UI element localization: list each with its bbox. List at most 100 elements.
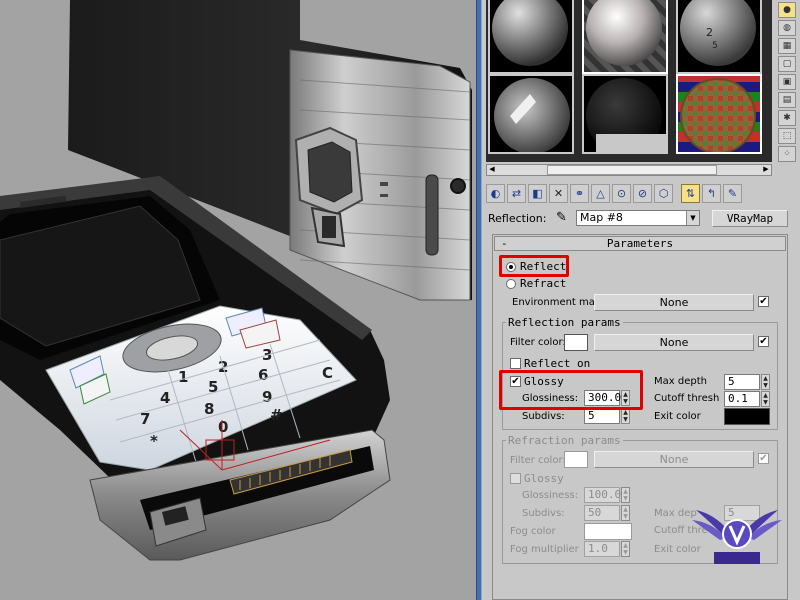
options-icon[interactable]: ✱ — [778, 110, 796, 126]
refr-subdivs-label: Subdivs: — [522, 508, 565, 519]
max-depth-input[interactable]: 5 — [724, 374, 760, 390]
vertical-toolbar: ● ◍ ▦ ▢ ▣ ▤ ✱ ⬚ ⁘ — [776, 0, 798, 176]
map-name-field[interactable]: Map #8 ▼ — [576, 210, 700, 226]
refract-radio[interactable] — [506, 279, 516, 289]
put-to-library-icon[interactable]: △ — [591, 184, 610, 203]
material-slot-6[interactable] — [676, 74, 762, 154]
scroll-left-icon[interactable]: ◀ — [487, 165, 497, 175]
scroll-right-icon[interactable]: ▶ — [761, 165, 771, 175]
material-slot-5[interactable] — [582, 74, 668, 154]
cutoff-thresh-spinner[interactable]: ▲ ▼ — [761, 391, 770, 407]
refraction-params-title: Refraction params — [506, 434, 623, 447]
get-material-icon[interactable]: ◐ — [486, 184, 505, 203]
show-end-result-icon[interactable]: ⬡ — [654, 184, 673, 203]
key-8: 8 — [204, 400, 214, 418]
refr-filter-map-button: None — [594, 451, 754, 468]
backlight-icon[interactable]: ◍ — [778, 20, 796, 36]
refr-glossy-checkbox — [510, 473, 521, 484]
video-color-check-icon[interactable]: ▣ — [778, 74, 796, 90]
assign-material-icon[interactable]: ◧ — [528, 184, 547, 203]
fog-multiplier-input: 1.0 — [584, 541, 620, 557]
select-by-material-icon[interactable]: ⬚ — [778, 128, 796, 144]
refract-radio-label: Refract — [520, 277, 567, 290]
refr-filter-color-label: Filter color: — [510, 455, 566, 466]
subdivs-spinner[interactable]: ▲ ▼ — [621, 408, 630, 424]
map-name-row: Reflection: ✎ Map #8 ▼ VRayMap — [486, 210, 796, 228]
exit-color-swatch[interactable] — [724, 408, 770, 425]
refr-max-depth-label: Max dep — [654, 508, 697, 519]
exit-color-label: Exit color — [654, 411, 701, 422]
pick-material-icon[interactable]: ✎ — [723, 184, 742, 203]
show-map-icon[interactable]: ⊘ — [633, 184, 652, 203]
material-navigator-icon[interactable]: ⁘ — [778, 146, 796, 162]
slots-horizontal-scrollbar[interactable]: ◀ ▶ — [486, 164, 772, 176]
key-4: 4 — [160, 389, 170, 407]
material-id-icon[interactable]: ⊙ — [612, 184, 631, 203]
make-preview-icon[interactable]: ▤ — [778, 92, 796, 108]
key-0: 0 — [218, 418, 228, 436]
key-star: * — [150, 432, 158, 450]
material-slot-4[interactable] — [488, 74, 574, 154]
fog-color-swatch — [584, 523, 632, 540]
key-c: C — [322, 364, 333, 382]
collapse-icon[interactable]: - — [501, 237, 508, 250]
fog-multiplier-spinner: ▲ ▼ — [621, 541, 630, 557]
refr-subdivs-input: 50 — [584, 505, 620, 521]
refr-glossiness-spinner: ▲ ▼ — [621, 487, 630, 503]
material-slot-1[interactable] — [488, 0, 574, 74]
sphere-preview-icon — [680, 78, 756, 152]
viewport-3d[interactable]: 1 2 3 4 5 6 7 8 9 * 0 # C — [0, 0, 476, 600]
filter-color-swatch[interactable] — [564, 334, 588, 351]
horizontal-toolbar: ◐ ⇄ ◧ ✕ ⚭ △ ⊙ ⊘ ⬡ ⇅ ↰ ✎ — [486, 184, 742, 206]
subdivs-input[interactable]: 5 — [584, 408, 620, 424]
filter-map-checkbox[interactable]: ✔ — [758, 336, 769, 347]
phone-render: 1 2 3 4 5 6 7 8 9 * 0 # C — [0, 0, 472, 561]
environment-map-label: Environment map: — [512, 297, 605, 308]
cutoff-thresh-label: Cutoff thresh — [654, 393, 720, 404]
go-to-parent-icon[interactable]: ⇅ — [681, 184, 700, 203]
go-forward-icon[interactable]: ↰ — [702, 184, 721, 203]
uv-tiling-icon[interactable]: ▢ — [778, 56, 796, 72]
sample-type-icon[interactable]: ● — [778, 2, 796, 18]
reflect-on-label: Reflect on — [524, 357, 591, 370]
max-depth-spinner[interactable]: ▲ ▼ — [761, 374, 770, 390]
fog-multiplier-label: Fog multiplier — [510, 544, 579, 555]
refr-glossiness-label: Glossiness: — [522, 490, 579, 501]
key-6: 6 — [258, 366, 268, 384]
map-type-button[interactable]: VRayMap — [712, 210, 788, 227]
material-slot-2[interactable] — [582, 0, 668, 74]
key-1: 1 — [178, 368, 188, 386]
put-to-scene-icon[interactable]: ⇄ — [507, 184, 526, 203]
filter-map-button[interactable]: None — [594, 334, 754, 351]
cutoff-thresh-input[interactable]: 0.1 — [724, 391, 760, 407]
filter-color-label: Filter color: — [510, 337, 566, 348]
max-depth-label: Max depth — [654, 376, 707, 387]
rollout-title: Parameters — [606, 237, 674, 250]
reflection-params-title: Reflection params — [506, 316, 623, 329]
material-slot-3[interactable]: 25 — [676, 0, 762, 74]
sphere-preview-icon — [492, 0, 568, 66]
refr-filter-color-swatch — [564, 451, 588, 468]
sample-slots: 25 — [486, 0, 772, 162]
sphere-preview-icon: 25 — [680, 0, 756, 66]
delete-icon[interactable]: ✕ — [549, 184, 568, 203]
refr-subdivs-spinner: ▲ ▼ — [621, 505, 630, 521]
environment-map-button[interactable]: None — [594, 294, 754, 311]
reflect-on-checkbox[interactable] — [510, 358, 521, 369]
environment-map-checkbox[interactable]: ✔ — [758, 296, 769, 307]
key-hash: # — [270, 406, 283, 424]
rollout-header[interactable]: - Parameters — [494, 236, 786, 251]
scroll-thumb[interactable] — [547, 165, 717, 175]
chevron-down-icon[interactable]: ▼ — [686, 211, 699, 225]
refr-glossy-label: Glossy — [524, 472, 564, 485]
reflection-label: Reflection: — [488, 212, 547, 225]
eyedropper-icon[interactable]: ✎ — [556, 210, 567, 225]
fog-color-label: Fog color — [510, 526, 556, 537]
background-icon[interactable]: ▦ — [778, 38, 796, 54]
sphere-preview-icon — [494, 78, 570, 152]
make-unique-icon[interactable]: ⚭ — [570, 184, 589, 203]
winged-v-logo — [692, 500, 782, 570]
sphere-preview-icon — [586, 78, 666, 152]
highlight-glossy — [499, 370, 643, 410]
refr-glossiness-input: 100.0 — [584, 487, 621, 503]
